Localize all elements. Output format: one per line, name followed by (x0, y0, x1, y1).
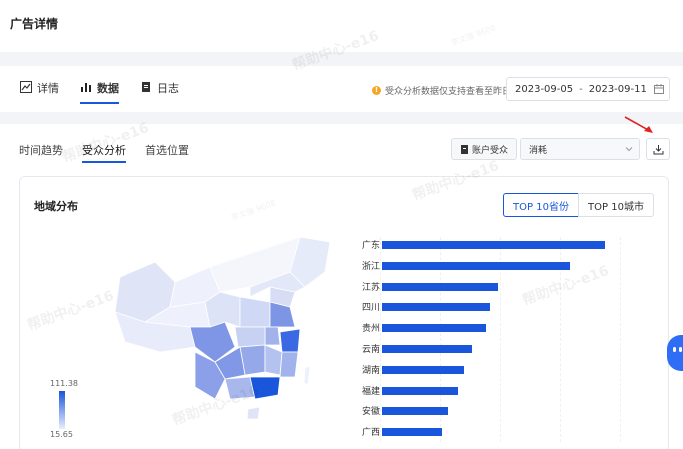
bar-label: 云南 (361, 345, 380, 355)
date-separator: - (579, 83, 583, 95)
bar-label: 福建 (361, 386, 380, 397)
tab-log-label: 日志 (157, 82, 179, 95)
account-audience-button[interactable]: 账户受众 (451, 138, 517, 160)
calendar-icon (654, 84, 664, 94)
date-start: 2023-09-05 (515, 83, 574, 95)
chevron-down-icon (625, 147, 633, 152)
page-title: 广告详情 (10, 17, 59, 31)
bar[interactable] (382, 282, 498, 291)
file-icon (460, 144, 468, 154)
metric-select[interactable]: 消耗 (520, 138, 640, 160)
map-region-jiangsu (269, 301, 296, 328)
assistant-bot-icon[interactable] (667, 335, 683, 371)
map-region-jiangxi (264, 344, 283, 376)
map-region-henan (239, 296, 271, 328)
notice: ! 受众分析数据仅支持查看至昨日 (372, 84, 511, 97)
bar-label: 湖南 (361, 365, 380, 376)
map-region-fujian (279, 351, 299, 378)
tab-details-label: 详情 (37, 82, 59, 95)
legend-min: 15.65 (50, 430, 73, 439)
bar[interactable] (382, 324, 486, 333)
bar[interactable] (382, 261, 570, 270)
map-legend: 111.38 15.65 (50, 379, 80, 449)
province-bar-chart: 广东浙江江苏四川贵州云南湖南福建安徽广西 (350, 237, 650, 447)
bar-label: 浙江 (361, 261, 380, 272)
bar[interactable] (382, 345, 472, 353)
tabs-bar: 详情 数据 日志 ! 受众分析数据仅支持查看至昨日 2023-09-05 - 2… (0, 66, 683, 112)
analysis-card: 时间趋势 受众分析 首选位置 账户受众 消耗 地域分布 TOP 10省份 TOP… (0, 124, 683, 449)
annotation-arrow (624, 116, 653, 133)
bar[interactable] (382, 365, 464, 374)
map-region-guangdong (249, 376, 281, 400)
bar-label: 江苏 (361, 282, 380, 293)
map-region-hubei (234, 326, 266, 348)
tab-log[interactable]: 日志 (140, 80, 179, 104)
legend-max: 111.38 (50, 379, 78, 388)
china-map (114, 236, 331, 420)
bot-eye (673, 347, 676, 352)
date-range-picker[interactable]: 2023-09-05 - 2023-09-11 (506, 77, 670, 101)
download-button[interactable] (646, 138, 670, 160)
toggle-top10-cities[interactable]: TOP 10城市 (578, 193, 654, 217)
bar-label: 四川 (361, 303, 380, 314)
bot-eye (679, 347, 682, 352)
date-end: 2023-09-11 (588, 83, 647, 95)
grid-line (620, 237, 621, 442)
subtab-time-trend[interactable]: 时间趋势 (19, 142, 63, 158)
subtab-audience[interactable]: 受众分析 (82, 142, 126, 163)
region-distribution-title: 地域分布 (34, 200, 78, 213)
map-region-taiwan (303, 366, 311, 386)
map-region-hainan (246, 406, 261, 420)
bar[interactable] (382, 407, 448, 416)
bar[interactable] (382, 428, 442, 437)
notice-text: 受众分析数据仅支持查看至昨日 (385, 87, 512, 97)
header-card: 广告详情 (0, 0, 683, 52)
grid-line (380, 237, 381, 442)
metric-select-value: 消耗 (529, 145, 548, 156)
toggle-top10-provinces[interactable]: TOP 10省份 (503, 193, 579, 217)
account-audience-label: 账户受众 (471, 145, 508, 156)
bar[interactable] (382, 303, 490, 312)
bar-label: 广西 (361, 428, 380, 439)
document-icon (142, 82, 150, 92)
bar-label: 广东 (361, 241, 380, 251)
trend-chart-icon (20, 81, 32, 93)
subtab-placement[interactable]: 首选位置 (145, 142, 189, 158)
bar[interactable] (382, 386, 458, 395)
bar-label: 安徽 (361, 407, 380, 418)
tab-data[interactable]: 数据 (80, 80, 119, 104)
tab-details[interactable]: 详情 (20, 80, 59, 104)
map-region-zhejiang (279, 328, 301, 353)
bar-label: 贵州 (361, 324, 380, 335)
legend-gradient (59, 391, 65, 429)
warning-icon: ! (372, 86, 381, 95)
download-icon (653, 144, 663, 154)
tab-data-label: 数据 (97, 82, 119, 95)
map-region-anhui (264, 326, 281, 346)
region-distribution-panel: 地域分布 TOP 10省份 TOP 10城市 111.38 15.65 广东 浙… (19, 176, 669, 449)
bar-chart-icon (81, 83, 91, 92)
bar[interactable] (382, 241, 605, 249)
